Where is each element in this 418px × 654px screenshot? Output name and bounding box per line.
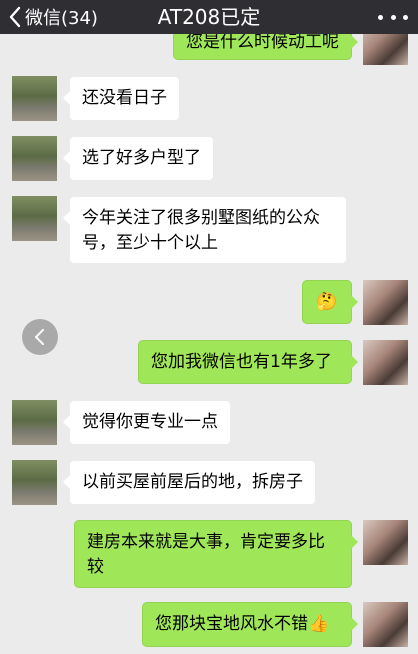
more-dots-icon[interactable]	[378, 8, 408, 26]
message-bubble-outgoing[interactable]: 🤔	[302, 280, 358, 324]
message-row: 您加我微信也有1年多了	[0, 340, 418, 386]
message-bubble-outgoing[interactable]: 您加我微信也有1年多了	[138, 340, 358, 384]
message-row: 选了好多户型了	[0, 136, 418, 182]
chat-title: AT208已定	[157, 5, 261, 29]
contact-avatar[interactable]	[12, 76, 57, 121]
self-avatar[interactable]	[363, 340, 408, 385]
contact-avatar[interactable]	[12, 460, 57, 505]
message-row: 🤔	[0, 280, 418, 326]
message-bubble-outgoing[interactable]: 您那块宝地风水不错👍	[142, 602, 358, 647]
message-row: 觉得你更专业一点	[0, 400, 418, 446]
self-avatar[interactable]	[363, 280, 408, 325]
message-bubble-incoming[interactable]: 以前买屋前屋后的地，拆房子	[63, 460, 316, 505]
message-row: 您那块宝地风水不错👍	[0, 602, 418, 648]
self-avatar[interactable]	[363, 520, 408, 565]
contact-avatar[interactable]	[12, 136, 57, 181]
top-bar-overlay: 微信(34) AT208已定	[0, 0, 418, 34]
message-bubble-incoming[interactable]: 觉得你更专业一点	[63, 400, 231, 445]
message-bubble-incoming[interactable]: 今年关注了很多别墅图纸的公众号，至少十个以上	[63, 196, 347, 264]
message-row: 建房本来就是大事，肯定要多比较	[0, 520, 418, 590]
message-bubble-incoming[interactable]: 选了好多户型了	[63, 136, 214, 181]
self-avatar[interactable]	[363, 602, 408, 647]
message-row: 还没看日子	[0, 76, 418, 122]
contact-avatar[interactable]	[12, 400, 57, 445]
message-row: 以前买屋前屋后的地，拆房子	[0, 460, 418, 506]
contact-avatar[interactable]	[12, 196, 57, 241]
message-row: 今年关注了很多别墅图纸的公众号，至少十个以上	[0, 196, 418, 266]
message-bubble-incoming[interactable]: 还没看日子	[63, 76, 180, 121]
message-bubble-outgoing[interactable]: 建房本来就是大事，肯定要多比较	[74, 520, 358, 588]
